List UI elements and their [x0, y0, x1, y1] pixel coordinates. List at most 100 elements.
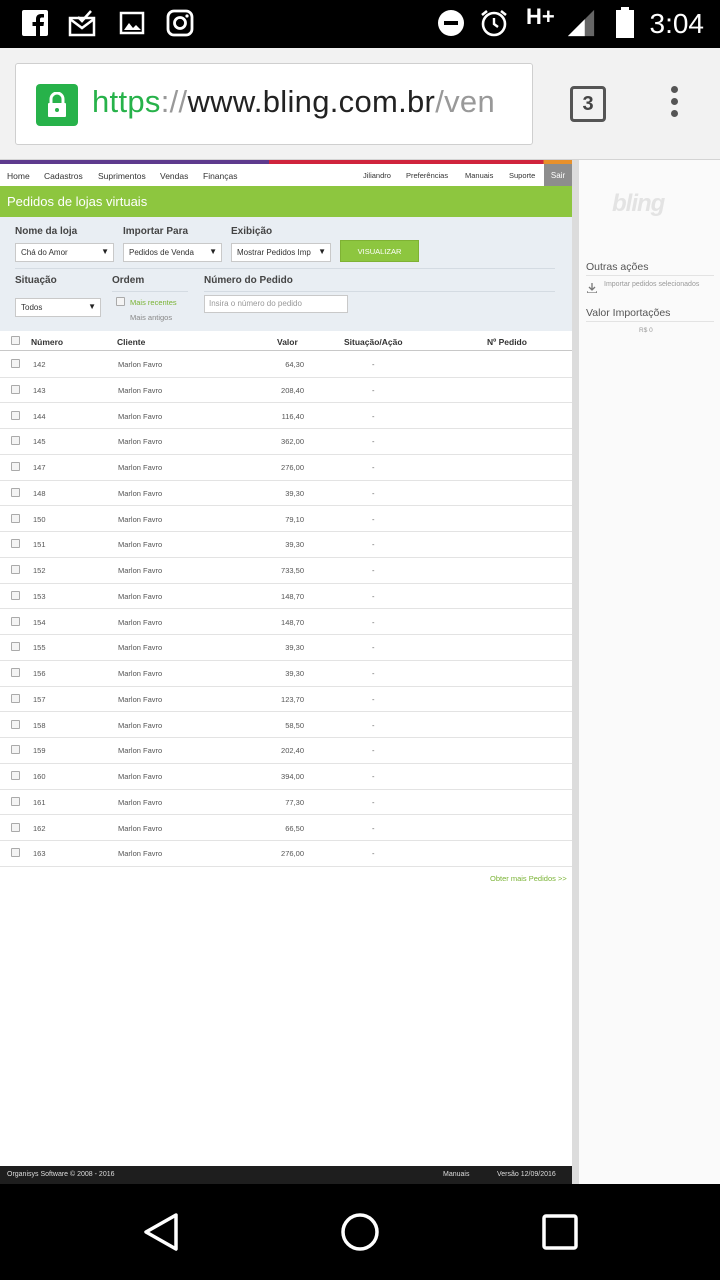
table-row[interactable]: 153 Marlon Favro 148,70 -: [0, 584, 572, 610]
row-checkbox[interactable]: [11, 436, 20, 446]
android-nav-bar: [0, 1184, 720, 1280]
order-recent-option[interactable]: Mais recentes: [130, 298, 177, 307]
select-all-checkbox[interactable]: [11, 336, 20, 345]
table-row[interactable]: 159 Marlon Favro 202,40 -: [0, 738, 572, 764]
nav-manuais[interactable]: Manuais: [465, 171, 493, 180]
cell-numero: 158: [33, 720, 46, 730]
row-checkbox[interactable]: [11, 462, 20, 471]
status-select[interactable]: Todos ▼: [15, 298, 101, 317]
nav-user[interactable]: Jiliandro: [363, 171, 391, 180]
cell-situacao: -: [372, 437, 375, 447]
back-icon[interactable]: [142, 1212, 180, 1257]
tab-switcher-button[interactable]: 3: [570, 86, 606, 122]
table-row[interactable]: 145 Marlon Favro 362,00 -: [0, 429, 572, 455]
row-checkbox[interactable]: [11, 719, 20, 729]
row-checkbox[interactable]: [11, 384, 20, 394]
row-checkbox[interactable]: [11, 822, 20, 832]
order-number-input[interactable]: Insira o número do pedido: [204, 295, 348, 313]
table-row[interactable]: 154 Marlon Favro 148,70 -: [0, 610, 572, 636]
cell-numero: 143: [33, 385, 46, 395]
table-row[interactable]: 162 Marlon Favro 66,50 -: [0, 816, 572, 842]
dropdown-arrow-icon: ▼: [209, 247, 217, 256]
cell-cliente: Marlon Favro: [118, 591, 163, 601]
cell-situacao: -: [372, 643, 375, 653]
col-numero[interactable]: Número: [31, 337, 63, 347]
nav-suporte[interactable]: Suporte: [509, 171, 535, 180]
row-checkbox[interactable]: [11, 771, 20, 780]
view-button[interactable]: VISUALIZAR: [340, 240, 419, 262]
table-row[interactable]: 152 Marlon Favro 733,50 -: [0, 558, 572, 584]
cell-situacao: -: [372, 463, 375, 472]
store-select[interactable]: Chá do Amor ▼: [15, 243, 114, 262]
row-checkbox[interactable]: [11, 796, 20, 806]
order-old-option[interactable]: Mais antigos: [130, 313, 172, 322]
table-row[interactable]: 160 Marlon Favro 394,00 -: [0, 764, 572, 790]
col-cliente[interactable]: Cliente: [117, 337, 145, 347]
url-field[interactable]: https://www.bling.com.br/ven: [15, 63, 533, 145]
cell-numero: 156: [33, 669, 46, 678]
row-checkbox[interactable]: [11, 668, 20, 677]
table-row[interactable]: 156 Marlon Favro 39,30 -: [0, 661, 572, 687]
row-checkbox[interactable]: [11, 539, 20, 549]
table-row[interactable]: 158 Marlon Favro 58,50 -: [0, 713, 572, 739]
row-checkbox[interactable]: [11, 359, 20, 368]
row-checkbox[interactable]: [11, 848, 20, 858]
cell-cliente: Marlon Favro: [118, 772, 163, 781]
table-row[interactable]: 151 Marlon Favro 39,30 -: [0, 532, 572, 558]
row-checkbox[interactable]: [11, 616, 20, 626]
home-icon[interactable]: [340, 1212, 380, 1257]
footer-copyright: Organisys Software © 2008 - 2016: [7, 1171, 115, 1178]
recents-icon[interactable]: [542, 1214, 578, 1255]
cell-cliente: Marlon Favro: [118, 617, 163, 627]
nav-suprimentos[interactable]: Suprimentos: [98, 171, 146, 181]
row-checkbox[interactable]: [11, 745, 20, 755]
facebook-icon: [20, 8, 50, 38]
nav-vendas[interactable]: Vendas: [160, 171, 188, 181]
signal-icon: [566, 8, 596, 38]
table-row[interactable]: 155 Marlon Favro 39,30 -: [0, 635, 572, 661]
display-select[interactable]: Mostrar Pedidos Imp ▼: [231, 243, 331, 262]
table-row[interactable]: 163 Marlon Favro 276,00 -: [0, 841, 572, 867]
cell-numero: 157: [33, 694, 46, 704]
nav-cadastros[interactable]: Cadastros: [44, 171, 83, 181]
table-row[interactable]: 147 Marlon Favro 276,00 -: [0, 455, 572, 481]
col-valor[interactable]: Valor: [277, 337, 298, 347]
import-select[interactable]: Pedidos de Venda ▼: [123, 243, 222, 262]
page-title: Pedidos de lojas virtuais: [0, 186, 572, 217]
row-checkbox[interactable]: [11, 642, 20, 652]
col-no-pedido[interactable]: Nº Pedido: [487, 337, 527, 347]
import-selected-link[interactable]: Importar pedidos selecionados: [604, 281, 699, 288]
lock-icon[interactable]: [36, 84, 78, 126]
import-value-title: Valor Importações: [586, 307, 671, 319]
mail-icon: [68, 8, 98, 38]
nav-preferencias[interactable]: Preferências: [406, 171, 448, 180]
table-row[interactable]: 142 Marlon Favro 64,30 -: [0, 352, 572, 378]
overflow-menu-icon[interactable]: [668, 86, 680, 122]
table-row[interactable]: 157 Marlon Favro 123,70 -: [0, 687, 572, 713]
cell-valor: 79,10: [285, 514, 304, 524]
row-checkbox[interactable]: [11, 590, 20, 600]
row-checkbox[interactable]: [11, 410, 20, 420]
cell-valor: 733,50: [281, 566, 304, 575]
col-situacao[interactable]: Situação/Ação: [344, 337, 403, 347]
more-orders-link[interactable]: Obter mais Pedidos >>: [490, 874, 567, 883]
row-checkbox[interactable]: [11, 693, 20, 703]
footer-manuals-link[interactable]: Manuais: [443, 1171, 469, 1178]
table-row[interactable]: 148 Marlon Favro 39,30 -: [0, 481, 572, 507]
nav-home[interactable]: Home: [7, 171, 30, 181]
row-checkbox[interactable]: [11, 513, 20, 523]
table-row[interactable]: 161 Marlon Favro 77,30 -: [0, 790, 572, 816]
row-checkbox[interactable]: [11, 487, 20, 497]
cell-situacao: -: [372, 797, 375, 807]
logout-button[interactable]: Sair: [544, 164, 572, 186]
table-row[interactable]: 144 Marlon Favro 116,40 -: [0, 404, 572, 430]
table-row[interactable]: 143 Marlon Favro 208,40 -: [0, 378, 572, 404]
panel-divider: [572, 160, 579, 1184]
cell-valor: 123,70: [281, 694, 304, 704]
row-checkbox[interactable]: [11, 565, 20, 574]
order-recent-checkbox[interactable]: [116, 297, 125, 306]
nav-financas[interactable]: Finanças: [203, 171, 238, 181]
browser-toolbar: https://www.bling.com.br/ven 3: [0, 48, 720, 160]
cell-cliente: Marlon Favro: [118, 514, 163, 524]
table-row[interactable]: 150 Marlon Favro 79,10 -: [0, 507, 572, 533]
